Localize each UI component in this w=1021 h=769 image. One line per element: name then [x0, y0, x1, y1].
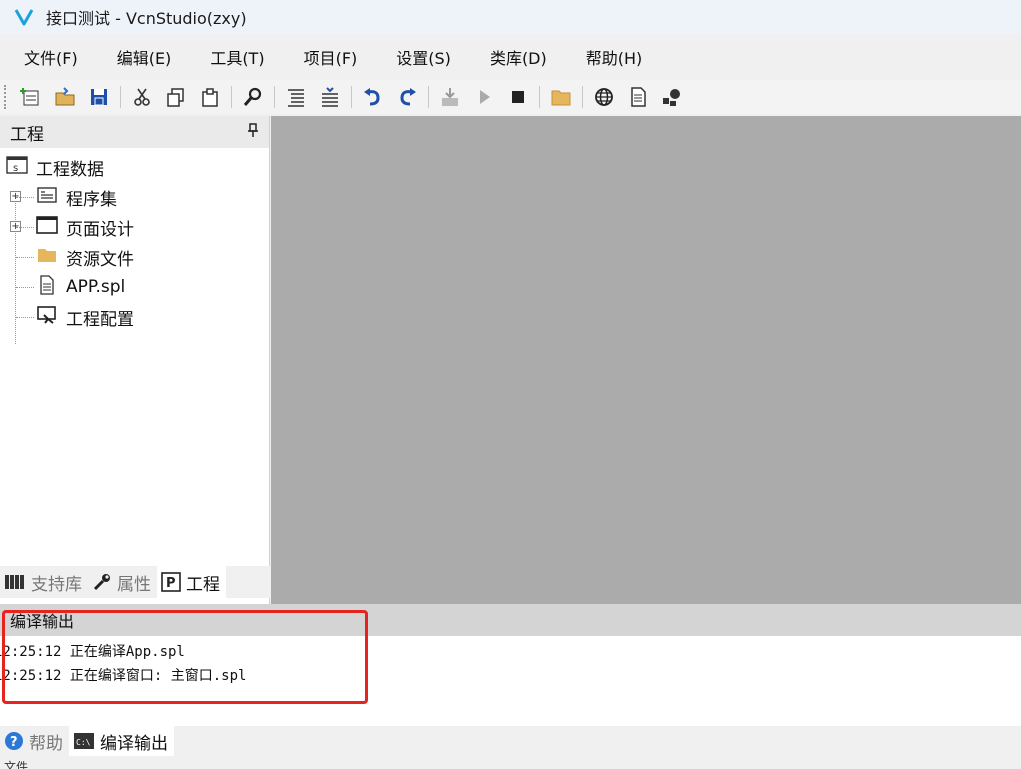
left-panel-tabs: 支持库 属性 P 工程 — [0, 566, 270, 598]
tree-item-label: 工程数据 — [36, 159, 104, 180]
save-icon[interactable] — [86, 84, 112, 110]
project-tree: s 工程数据 + 程序集 + 页面设计 资源文件 APP.spl 工程配置 — [0, 148, 269, 344]
menu-file[interactable]: 文件(F) — [0, 40, 93, 78]
tree-connector-line — [16, 197, 34, 198]
output-panel-title: 编译输出 — [10, 612, 75, 631]
tree-item-page-design[interactable]: + 页面设计 — [0, 212, 269, 242]
toolbar — [0, 80, 1021, 114]
menu-help[interactable]: 帮助(H) — [562, 40, 658, 78]
open-folder-icon[interactable] — [52, 84, 78, 110]
toolbar-separator — [351, 86, 352, 108]
tree-connector-line — [16, 257, 34, 258]
output-panel: 编译输出 12:25:12 正在编译App.spl 12:25:12 正在编译窗… — [0, 604, 1021, 726]
toolbar-separator — [428, 86, 429, 108]
status-text: 文件 — [4, 760, 29, 769]
assembly-icon — [36, 185, 58, 210]
tree-connector-line — [16, 317, 34, 318]
tree-item-label: 程序集 — [66, 189, 117, 210]
find-icon[interactable] — [240, 84, 266, 110]
tree-item-app-spl[interactable]: APP.spl — [0, 272, 269, 302]
indent-icon[interactable] — [317, 84, 343, 110]
main-workspace[interactable] — [271, 116, 1021, 604]
tab-label: 帮助 — [29, 733, 63, 754]
tree-root-project-data[interactable]: s 工程数据 — [0, 152, 269, 182]
pin-icon[interactable] — [247, 123, 259, 141]
menu-tools[interactable]: 工具(T) — [186, 40, 279, 78]
menu-bar: 文件(F) 编辑(E) 工具(T) 项目(F) 设置(S) 类库(D) 帮助(H… — [0, 40, 1021, 78]
tab-project[interactable]: P 工程 — [157, 566, 226, 598]
tab-label: 属性 — [117, 574, 151, 595]
format-icon[interactable] — [283, 84, 309, 110]
output-line: 12:25:12 正在编译App.spl — [0, 644, 185, 660]
toolbar-separator — [539, 86, 540, 108]
wrench-icon — [92, 573, 112, 591]
tab-properties[interactable]: 属性 — [88, 566, 157, 598]
help-icon: ? — [4, 731, 24, 751]
tab-compile-output[interactable]: C:\ 编译输出 — [69, 726, 174, 756]
tree-item-assembly[interactable]: + 程序集 — [0, 182, 269, 212]
project-panel: 工程 s 工程数据 + 程序集 + 页面设计 资源文件 APP.spl 工程配置 — [0, 116, 270, 604]
project-panel-title: 工程 — [10, 124, 44, 145]
paste-icon[interactable] — [197, 84, 223, 110]
output-panel-header: 编译输出 — [0, 604, 1021, 636]
cut-icon[interactable] — [129, 84, 155, 110]
tab-support-library[interactable]: 支持库 — [0, 566, 88, 598]
undo-icon[interactable] — [360, 84, 386, 110]
folder-icon[interactable] — [548, 84, 574, 110]
vcnstudio-logo-icon — [14, 7, 34, 27]
window-title: 接口测试 - VcnStudio(zxy) — [46, 9, 247, 28]
new-project-icon[interactable] — [18, 84, 44, 110]
config-icon — [36, 305, 58, 330]
project-data-icon: s — [6, 155, 28, 180]
svg-text:?: ? — [10, 735, 18, 750]
menu-library[interactable]: 类库(D) — [466, 40, 562, 78]
copy-icon[interactable] — [163, 84, 189, 110]
window-icon — [36, 215, 58, 240]
tree-item-resources[interactable]: 资源文件 — [0, 242, 269, 272]
svg-text:s: s — [13, 163, 18, 174]
title-bar: 接口测试 - VcnStudio(zxy) — [0, 0, 1021, 34]
stop-icon[interactable] — [505, 84, 531, 110]
tab-label: 工程 — [186, 574, 220, 595]
tree-connector-line — [16, 227, 34, 228]
toolbar-separator — [120, 86, 121, 108]
output-log[interactable]: 12:25:12 正在编译App.spl 12:25:12 正在编译窗口: 主窗… — [0, 636, 1021, 688]
build-icon[interactable] — [437, 84, 463, 110]
toolbar-separator — [231, 86, 232, 108]
bottom-tabs: ? 帮助 C:\ 编译输出 — [0, 726, 1021, 756]
resource-folder-icon — [36, 245, 58, 270]
tree-item-label: 工程配置 — [66, 309, 134, 330]
file-icon — [36, 274, 58, 300]
library-icon — [4, 573, 26, 591]
globe-icon[interactable] — [591, 84, 617, 110]
tab-label: 编译输出 — [100, 733, 168, 754]
menu-project[interactable]: 项目(F) — [280, 40, 373, 78]
tree-item-project-config[interactable]: 工程配置 — [0, 302, 269, 332]
document-icon[interactable] — [625, 84, 651, 110]
toolbar-grip[interactable] — [4, 85, 8, 109]
tab-help[interactable]: ? 帮助 — [0, 726, 69, 756]
tree-connector-line — [16, 287, 34, 288]
menu-edit[interactable]: 编辑(E) — [93, 40, 187, 78]
svg-text:C:\: C:\ — [76, 738, 91, 747]
tree-item-label: APP.spl — [66, 277, 126, 297]
console-icon: C:\ — [73, 732, 95, 750]
run-icon[interactable] — [471, 84, 497, 110]
menu-settings[interactable]: 设置(S) — [372, 40, 466, 78]
tree-item-label: 资源文件 — [66, 249, 134, 270]
network-icon[interactable] — [659, 84, 685, 110]
output-line: 12:25:12 正在编译窗口: 主窗口.spl — [0, 668, 247, 684]
redo-icon[interactable] — [394, 84, 420, 110]
tree-item-label: 页面设计 — [66, 219, 134, 240]
svg-text:P: P — [166, 576, 176, 591]
tab-label: 支持库 — [31, 574, 82, 595]
toolbar-separator — [582, 86, 583, 108]
toolbar-separator — [274, 86, 275, 108]
project-panel-header: 工程 — [0, 116, 269, 148]
status-bar: 文件 — [0, 756, 1021, 769]
project-p-icon: P — [161, 572, 181, 592]
